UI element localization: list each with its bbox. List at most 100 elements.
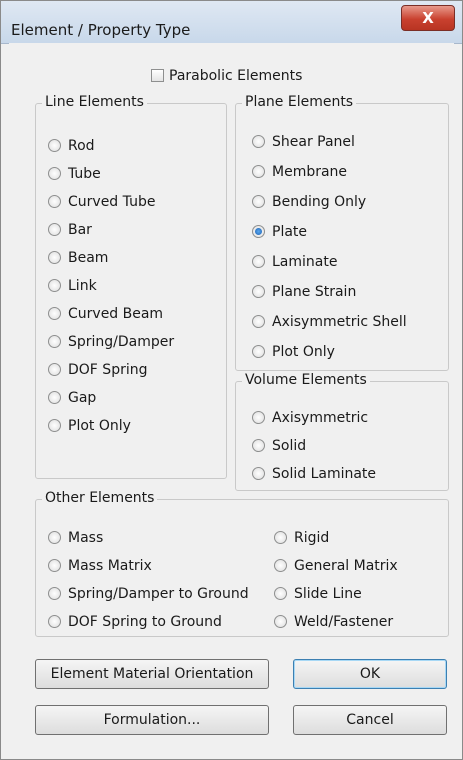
radio-button[interactable] (48, 223, 61, 236)
dialog-body: Parabolic Elements Line Elements Rod Tub… (9, 43, 454, 749)
other-elements-group: Other Elements Mass Mass Matrix Spring/D… (35, 490, 449, 637)
radio-button[interactable] (252, 135, 265, 148)
radio-label: Mass Matrix (68, 558, 152, 574)
radio-link[interactable]: Link (48, 276, 97, 296)
radio-label: Laminate (272, 254, 338, 270)
radio-label: Rigid (294, 530, 330, 546)
radio-plane-strain[interactable]: Plane Strain (252, 282, 356, 302)
radio-button-selected[interactable] (252, 225, 265, 238)
radio-button[interactable] (48, 391, 61, 404)
radio-label: Plate (272, 224, 308, 240)
radio-curved-beam[interactable]: Curved Beam (48, 304, 163, 324)
plane-elements-title: Plane Elements (242, 94, 357, 110)
parabolic-elements-label: Parabolic Elements (169, 68, 303, 84)
radio-button[interactable] (252, 255, 265, 268)
formulation-button[interactable]: Formulation... (35, 705, 269, 735)
radio-button[interactable] (252, 439, 265, 452)
radio-solid-laminate[interactable]: Solid Laminate (252, 464, 376, 484)
radio-gap[interactable]: Gap (48, 388, 96, 408)
radio-label: Solid (272, 438, 307, 454)
radio-button[interactable] (48, 615, 61, 628)
radio-label: Bar (68, 222, 92, 238)
radio-button[interactable] (252, 345, 265, 358)
radio-label: Curved Tube (68, 194, 156, 210)
radio-label: Solid Laminate (272, 466, 377, 482)
radio-button[interactable] (48, 195, 61, 208)
radio-dof-spring-to-ground[interactable]: DOF Spring to Ground (48, 612, 222, 632)
radio-general-matrix[interactable]: General Matrix (274, 556, 398, 576)
radio-button[interactable] (48, 251, 61, 264)
radio-label: Rod (68, 138, 95, 154)
radio-button[interactable] (48, 559, 61, 572)
radio-plane-plot-only[interactable]: Plot Only (252, 342, 335, 362)
radio-label: Gap (68, 390, 97, 406)
radio-button[interactable] (252, 315, 265, 328)
radio-button[interactable] (48, 587, 61, 600)
radio-rod[interactable]: Rod (48, 136, 95, 156)
radio-membrane[interactable]: Membrane (252, 162, 347, 182)
radio-slide-line[interactable]: Slide Line (274, 584, 362, 604)
radio-rigid[interactable]: Rigid (274, 528, 329, 548)
radio-label: DOF Spring to Ground (68, 614, 222, 630)
radio-label: Plane Strain (272, 284, 357, 300)
radio-button[interactable] (48, 363, 61, 376)
radio-solid[interactable]: Solid (252, 436, 306, 456)
radio-label: Weld/Fastener (294, 614, 394, 630)
radio-label: Curved Beam (68, 306, 164, 322)
other-elements-title: Other Elements (42, 490, 158, 506)
parabolic-elements-checkbox[interactable]: Parabolic Elements (151, 66, 302, 86)
radio-button[interactable] (48, 531, 61, 544)
radio-button[interactable] (252, 467, 265, 480)
radio-laminate[interactable]: Laminate (252, 252, 337, 272)
volume-elements-title: Volume Elements (242, 372, 370, 388)
radio-label: Bending Only (272, 194, 367, 210)
close-button[interactable]: X (401, 5, 455, 31)
radio-weld-fastener[interactable]: Weld/Fastener (274, 612, 393, 632)
radio-button[interactable] (274, 559, 287, 572)
cancel-button[interactable]: Cancel (293, 705, 447, 735)
radio-button[interactable] (274, 587, 287, 600)
dialog-title: Element / Property Type (11, 21, 191, 39)
radio-label: Mass (68, 530, 104, 546)
radio-axisymmetric-shell[interactable]: Axisymmetric Shell (252, 312, 407, 332)
element-property-type-dialog: Element / Property Type X Parabolic Elem… (0, 0, 463, 760)
radio-button[interactable] (274, 531, 287, 544)
radio-button[interactable] (252, 285, 265, 298)
radio-button[interactable] (48, 335, 61, 348)
radio-label: Membrane (272, 164, 348, 180)
radio-bending-only[interactable]: Bending Only (252, 192, 366, 212)
radio-axisymmetric[interactable]: Axisymmetric (252, 408, 368, 428)
plane-elements-group: Plane Elements Shear Panel Membrane Bend… (235, 94, 449, 371)
radio-label: Tube (68, 166, 101, 182)
radio-tube[interactable]: Tube (48, 164, 101, 184)
radio-button[interactable] (48, 279, 61, 292)
line-elements-group: Line Elements Rod Tube Curved Tube Bar B… (35, 94, 227, 479)
radio-bar[interactable]: Bar (48, 220, 92, 240)
radio-plate[interactable]: Plate (252, 222, 307, 242)
ok-button[interactable]: OK (293, 659, 447, 689)
radio-beam[interactable]: Beam (48, 248, 108, 268)
radio-line-plot-only[interactable]: Plot Only (48, 416, 131, 436)
volume-elements-group: Volume Elements Axisymmetric Solid Solid… (235, 372, 449, 491)
radio-button[interactable] (252, 195, 265, 208)
element-material-orientation-button[interactable]: Element Material Orientation (35, 659, 269, 689)
radio-button[interactable] (252, 165, 265, 178)
radio-button[interactable] (48, 139, 61, 152)
radio-label: Slide Line (294, 586, 362, 602)
radio-curved-tube[interactable]: Curved Tube (48, 192, 155, 212)
radio-label: Beam (68, 250, 109, 266)
radio-spring-damper[interactable]: Spring/Damper (48, 332, 174, 352)
radio-button[interactable] (252, 411, 265, 424)
radio-shear-panel[interactable]: Shear Panel (252, 132, 355, 152)
radio-mass-matrix[interactable]: Mass Matrix (48, 556, 152, 576)
title-bar: Element / Property Type X (1, 1, 462, 44)
checkbox-box[interactable] (151, 69, 164, 82)
radio-button[interactable] (48, 167, 61, 180)
radio-button[interactable] (274, 615, 287, 628)
radio-button[interactable] (48, 307, 61, 320)
radio-button[interactable] (48, 419, 61, 432)
radio-label: Plot Only (68, 418, 131, 434)
radio-mass[interactable]: Mass (48, 528, 103, 548)
radio-dof-spring[interactable]: DOF Spring (48, 360, 147, 380)
radio-spring-damper-to-ground[interactable]: Spring/Damper to Ground (48, 584, 249, 604)
